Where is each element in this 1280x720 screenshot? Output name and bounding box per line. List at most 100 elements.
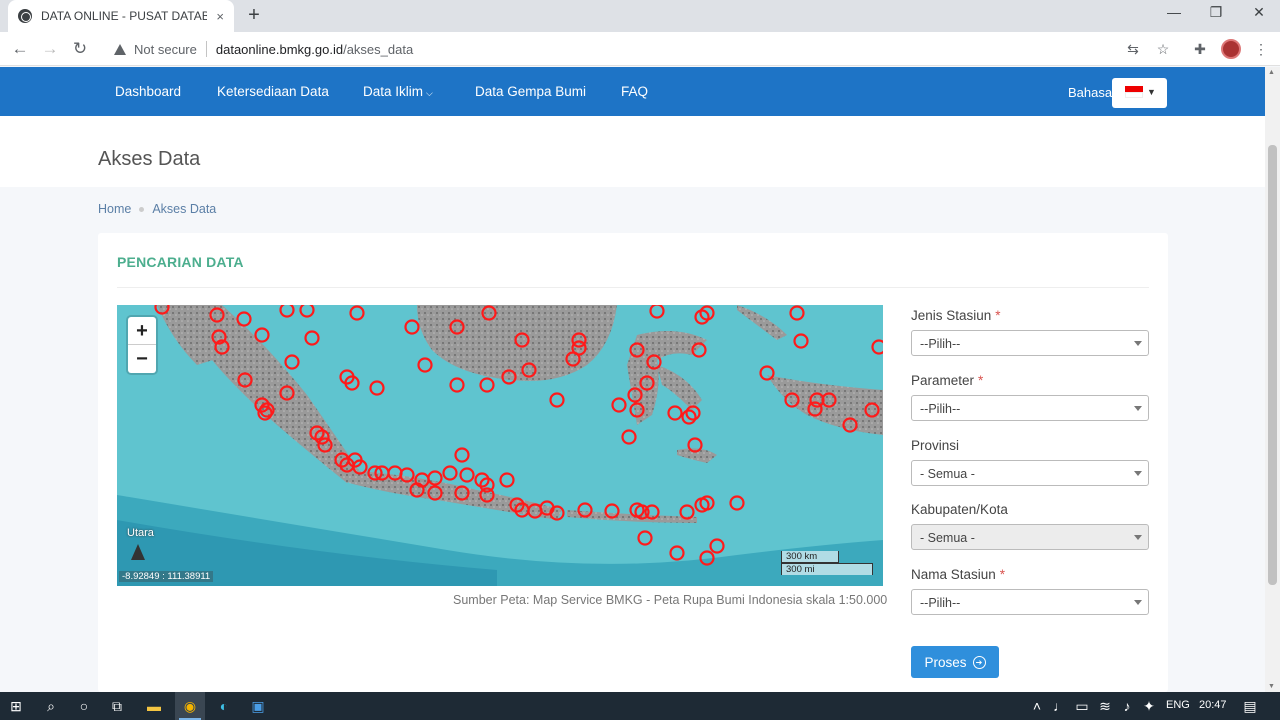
file-explorer-icon[interactable]: ▬: [146, 698, 162, 714]
nama-stasiun-text: Nama Stasiun: [911, 567, 996, 582]
provinsi-select[interactable]: - Semua -: [911, 460, 1149, 486]
forward-icon[interactable]: →: [39, 38, 61, 60]
kabupaten-label: Kabupaten/Kota: [911, 502, 1008, 517]
chrome-icon[interactable]: ◉: [182, 698, 198, 714]
extensions-icon[interactable]: ✚: [1192, 41, 1208, 57]
station-marker[interactable]: [304, 330, 320, 346]
station-marker[interactable]: [871, 339, 884, 355]
station-marker[interactable]: [667, 405, 683, 421]
kabupaten-select[interactable]: - Semua -: [911, 524, 1149, 550]
station-marker[interactable]: [417, 357, 433, 373]
search-icon[interactable]: ⌕: [43, 698, 59, 714]
wifi-icon[interactable]: ≋: [1097, 698, 1113, 714]
clock[interactable]: 20:47: [1199, 699, 1227, 711]
station-marker[interactable]: [611, 397, 627, 413]
map-source-note: Sumber Peta: Map Service BMKG - Peta Rup…: [453, 593, 888, 607]
station-marker[interactable]: [649, 305, 665, 319]
card-title: PENCARIAN DATA: [117, 254, 244, 270]
page-scrollbar[interactable]: ▲ ▼: [1265, 67, 1280, 692]
station-marker[interactable]: [442, 465, 458, 481]
chevron-down-icon: [1134, 471, 1142, 476]
parameter-select[interactable]: --Pilih--: [911, 395, 1149, 421]
station-marker[interactable]: [759, 365, 775, 381]
notifications-icon[interactable]: ▤: [1242, 698, 1258, 714]
cortana-icon[interactable]: ○: [76, 698, 92, 714]
station-map[interactable]: + − Utara -8.92849 : 111.38911 300 km 30…: [117, 305, 883, 586]
menu-kebab-icon[interactable]: ⋮: [1253, 41, 1269, 57]
profile-avatar[interactable]: [1221, 39, 1241, 59]
kabupaten-value: - Semua -: [920, 531, 975, 545]
chevron-up-icon[interactable]: ˄: [1029, 698, 1045, 714]
station-marker[interactable]: [789, 305, 805, 321]
station-marker[interactable]: [679, 504, 695, 520]
star-icon[interactable]: ☆: [1155, 41, 1171, 57]
zoom-in-button[interactable]: +: [128, 317, 156, 345]
scrollbar-thumb[interactable]: [1268, 145, 1277, 585]
tab-close-icon[interactable]: ×: [216, 9, 224, 24]
breadcrumb-home[interactable]: Home: [98, 202, 131, 216]
station-marker[interactable]: [549, 392, 565, 408]
browser-tab[interactable]: DATA ONLINE - PUSAT DATABASE - BMKG ×: [8, 0, 234, 32]
url-path: /akses_data: [343, 41, 414, 57]
station-marker[interactable]: [449, 377, 465, 393]
station-marker[interactable]: [637, 530, 653, 546]
close-window-icon[interactable]: ✕: [1247, 4, 1271, 21]
station-marker[interactable]: [621, 429, 637, 445]
language-dropdown[interactable]: ▼: [1112, 78, 1167, 108]
station-marker[interactable]: [459, 467, 475, 483]
required-mark: *: [978, 373, 984, 388]
address-bar[interactable]: Not secure dataonline.bmkg.go.id/akses_d…: [104, 36, 1184, 62]
nav-data-gempa-bumi[interactable]: Data Gempa Bumi: [475, 84, 586, 99]
station-marker[interactable]: [793, 333, 809, 349]
breadcrumb: Home Akses Data: [98, 202, 216, 216]
station-marker[interactable]: [454, 447, 470, 463]
indonesia-flag-icon: [1125, 86, 1143, 98]
minimize-icon[interactable]: —: [1162, 4, 1186, 20]
nama-stasiun-select[interactable]: --Pilih--: [911, 589, 1149, 615]
restore-icon[interactable]: ❐: [1204, 4, 1228, 21]
station-marker[interactable]: [479, 377, 495, 393]
microphone-icon[interactable]: ♩: [1052, 698, 1068, 714]
browser-tab-strip: DATA ONLINE - PUSAT DATABASE - BMKG × + …: [0, 0, 1280, 32]
translate-icon[interactable]: ⇆: [1125, 41, 1141, 57]
nav-ketersediaan-data[interactable]: Ketersediaan Data: [217, 84, 329, 99]
station-marker[interactable]: [284, 354, 300, 370]
chevron-down-icon: [1134, 341, 1142, 346]
nav-faq[interactable]: FAQ: [621, 84, 648, 99]
station-marker[interactable]: [499, 472, 515, 488]
dropbox-icon[interactable]: ✦: [1141, 698, 1157, 714]
breadcrumb-current: Akses Data: [152, 202, 217, 216]
station-marker[interactable]: [729, 495, 745, 511]
back-icon[interactable]: ←: [9, 38, 31, 60]
new-tab-button[interactable]: +: [244, 4, 264, 26]
language-indicator[interactable]: ENG: [1166, 699, 1190, 711]
scroll-down-icon[interactable]: ▼: [1268, 683, 1275, 690]
station-marker[interactable]: [404, 319, 420, 335]
proses-button[interactable]: Proses ➔: [911, 646, 999, 678]
volume-icon[interactable]: ♪: [1119, 698, 1135, 714]
zoom-out-button[interactable]: −: [128, 345, 156, 373]
zoom-app-icon[interactable]: ▣: [250, 698, 266, 714]
reload-icon[interactable]: ↻: [69, 38, 91, 60]
jenis-stasiun-select[interactable]: --Pilih--: [911, 330, 1149, 356]
map-graphic: [117, 305, 883, 586]
scroll-up-icon[interactable]: ▲: [1268, 69, 1275, 76]
station-marker[interactable]: [709, 538, 725, 554]
edge-icon[interactable]: ◐: [216, 698, 232, 714]
caret-down-icon: ▼: [1147, 87, 1156, 97]
proses-label: Proses: [924, 654, 967, 670]
station-marker[interactable]: [279, 305, 295, 318]
nav-data-iklim[interactable]: Data Iklim ⌵: [363, 84, 433, 99]
zoom-control: + −: [128, 317, 156, 373]
battery-icon[interactable]: ▭: [1074, 698, 1090, 714]
station-marker[interactable]: [369, 380, 385, 396]
station-marker[interactable]: [669, 545, 685, 561]
station-marker[interactable]: [299, 305, 315, 318]
windows-start-icon[interactable]: ⊞: [8, 698, 24, 714]
task-view-icon[interactable]: ⧉: [109, 698, 125, 714]
language-label: Bahasa:: [1068, 85, 1116, 100]
station-marker[interactable]: [236, 311, 252, 327]
station-marker[interactable]: [349, 305, 365, 321]
station-marker[interactable]: [254, 327, 270, 343]
nav-dashboard[interactable]: Dashboard: [115, 84, 181, 99]
